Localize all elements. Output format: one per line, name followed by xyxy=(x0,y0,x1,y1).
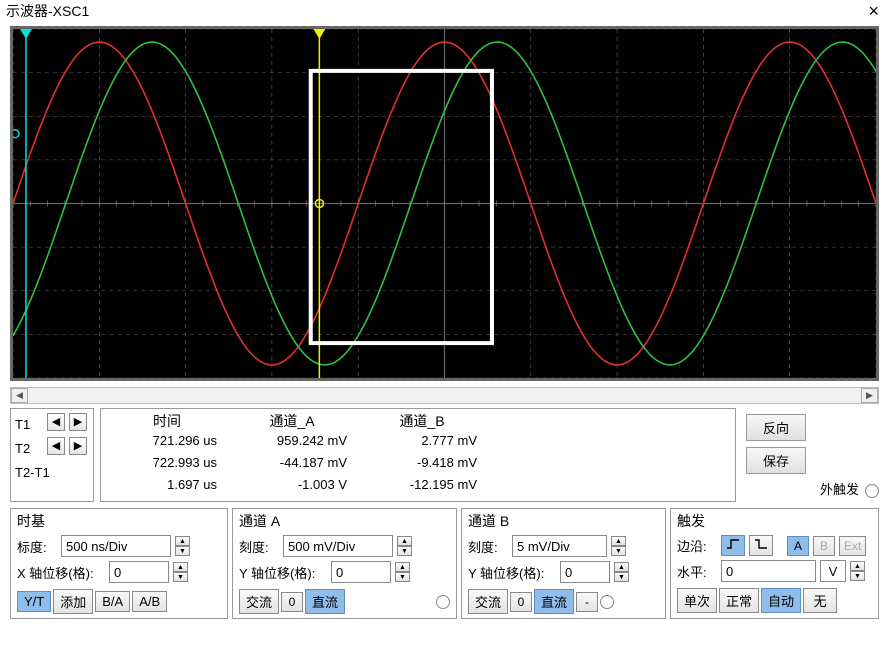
t1-time: 721.296 us xyxy=(107,433,227,455)
trig-level-label: 水平: xyxy=(677,562,717,581)
timebase-scale-input[interactable] xyxy=(61,535,171,557)
diff-cha: -1.003 V xyxy=(227,477,357,499)
t1-chb: 2.777 mV xyxy=(357,433,487,455)
mode-yt-button[interactable]: Y/T xyxy=(17,591,51,612)
t1-right-button[interactable]: ▶ xyxy=(69,413,87,431)
t2-cha: -44.187 mV xyxy=(227,455,357,477)
trig-none-button[interactable]: 无 xyxy=(803,588,837,613)
trig-falling-button[interactable] xyxy=(749,535,773,556)
readout-hd-chb: 通道_B xyxy=(357,411,487,433)
scroll-right-icon[interactable]: ▶ xyxy=(861,388,878,403)
timebase-scale-spinner[interactable]: ▲▼ xyxy=(175,536,190,556)
trig-level-input[interactable] xyxy=(721,560,816,582)
cha-scale-label: 刻度: xyxy=(239,537,279,556)
reverse-button[interactable]: 反向 xyxy=(746,414,806,441)
timebase-xoff-label: X 轴位移(格): xyxy=(17,563,105,582)
timebase-header: 时基 xyxy=(17,511,221,531)
chb-yoff-label: Y 轴位移(格): xyxy=(468,563,556,582)
timebase-xoff-spinner[interactable]: ▲▼ xyxy=(173,562,188,582)
cha-header: 通道 A xyxy=(239,511,450,531)
ext-trig-indicator[interactable] xyxy=(865,484,879,498)
cursor-diff-label: T2-T1 xyxy=(15,461,89,483)
timebase-xoff-input[interactable] xyxy=(109,561,169,583)
cha-probe-indicator[interactable] xyxy=(436,595,450,609)
cha-yoff-spinner[interactable]: ▲▼ xyxy=(395,562,410,582)
timebase-group: 时基 标度: ▲▼ X 轴位移(格): ▲▼ Y/T 添加 B/A A/B xyxy=(10,508,228,619)
window-title: 示波器-XSC1 xyxy=(6,1,89,21)
trig-level-unit[interactable] xyxy=(820,560,846,582)
ext-trigger: 外触发 xyxy=(816,408,879,502)
chb-invert-button[interactable]: - xyxy=(576,592,598,612)
chb-header: 通道 B xyxy=(468,511,659,531)
chb-zero-button[interactable]: 0 xyxy=(510,592,532,612)
chb-yoff-spinner[interactable]: ▲▼ xyxy=(614,562,629,582)
channel-a-group: 通道 A 刻度: ▲▼ Y 轴位移(格): ▲▼ 交流 0 直流 xyxy=(232,508,457,619)
mode-ab-button[interactable]: A/B xyxy=(132,591,167,612)
title-bar: 示波器-XSC1 × xyxy=(0,0,889,22)
scroll-left-icon[interactable]: ◀ xyxy=(11,388,28,403)
diff-chb: -12.195 mV xyxy=(357,477,487,499)
side-buttons: 反向 保存 xyxy=(742,408,810,502)
trig-src-ext-button[interactable]: Ext xyxy=(839,536,866,556)
readout-hd-cha: 通道_A xyxy=(227,411,357,433)
cursor-t2-label: T2 xyxy=(15,437,45,459)
cha-zero-button[interactable]: 0 xyxy=(281,592,303,612)
chb-scale-spinner[interactable]: ▲▼ xyxy=(611,536,626,556)
rising-edge-icon xyxy=(726,538,740,550)
t2-right-button[interactable]: ▶ xyxy=(69,437,87,455)
time-scrollbar[interactable]: ◀ ▶ xyxy=(10,387,879,404)
t2-left-button[interactable]: ◀ xyxy=(47,437,65,455)
cha-yoff-input[interactable] xyxy=(331,561,391,583)
chb-ac-button[interactable]: 交流 xyxy=(468,589,508,614)
cursor-t1-label: T1 xyxy=(15,413,45,435)
trig-edge-label: 边沿: xyxy=(677,536,717,555)
t1-left-button[interactable]: ◀ xyxy=(47,413,65,431)
cha-dc-button[interactable]: 直流 xyxy=(305,589,345,614)
t1-cha: 959.242 mV xyxy=(227,433,357,455)
mode-add-button[interactable]: 添加 xyxy=(53,589,93,614)
cursor-readout: 时间 通道_A 通道_B 721.296 us 959.242 mV 2.777… xyxy=(100,408,736,502)
chb-probe-indicator[interactable] xyxy=(600,595,614,609)
chb-scale-label: 刻度: xyxy=(468,537,508,556)
diff-time: 1.697 us xyxy=(107,477,227,499)
falling-edge-icon xyxy=(754,538,768,550)
svg-text:2: 2 xyxy=(322,30,327,40)
cursor-controls: T1 ◀ ▶ T2 ◀ ▶ T2-T1 xyxy=(10,408,94,502)
trig-single-button[interactable]: 单次 xyxy=(677,588,717,613)
trig-level-spinner[interactable]: ▲▼ xyxy=(850,561,865,581)
ext-trig-label: 外触发 xyxy=(820,479,859,498)
trig-src-b-button[interactable]: B xyxy=(813,536,835,556)
cha-yoff-label: Y 轴位移(格): xyxy=(239,563,327,582)
mode-ba-button[interactable]: B/A xyxy=(95,591,130,612)
trig-header: 触发 xyxy=(677,511,872,531)
cha-scale-spinner[interactable]: ▲▼ xyxy=(397,536,412,556)
chb-scale-input[interactable] xyxy=(512,535,607,557)
chb-dc-button[interactable]: 直流 xyxy=(534,589,574,614)
svg-text:1: 1 xyxy=(29,30,34,40)
trigger-group: 触发 边沿: A B Ext 水平: ▲▼ 单次 正常 自动 无 xyxy=(670,508,879,619)
save-button[interactable]: 保存 xyxy=(746,447,806,474)
readout-hd-time: 时间 xyxy=(107,411,227,433)
timebase-scale-label: 标度: xyxy=(17,537,57,556)
cha-ac-button[interactable]: 交流 xyxy=(239,589,279,614)
channel-b-group: 通道 B 刻度: ▲▼ Y 轴位移(格): ▲▼ 交流 0 直流 - xyxy=(461,508,666,619)
t2-chb: -9.418 mV xyxy=(357,455,487,477)
trig-src-a-button[interactable]: A xyxy=(787,536,809,556)
t2-time: 722.993 us xyxy=(107,455,227,477)
scope-display[interactable]: 12 xyxy=(10,26,879,381)
cha-scale-input[interactable] xyxy=(283,535,393,557)
trig-rising-button[interactable] xyxy=(721,535,745,556)
trig-normal-button[interactable]: 正常 xyxy=(719,588,759,613)
close-icon[interactable]: × xyxy=(864,4,883,18)
chb-yoff-input[interactable] xyxy=(560,561,610,583)
trig-auto-button[interactable]: 自动 xyxy=(761,588,801,613)
